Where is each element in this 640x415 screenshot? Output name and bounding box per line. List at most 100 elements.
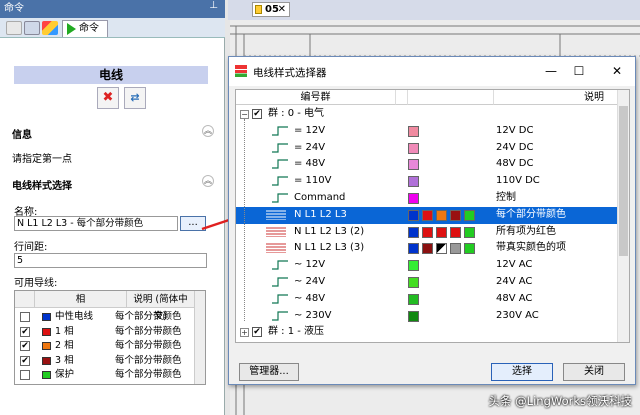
wire-symbol-icon [272,159,288,169]
prompt-text: 请指定第一点 [12,154,72,165]
wire-style-row[interactable]: ~ 230V 230V AC [236,308,619,325]
document-tab[interactable]: 05 ✕ [252,2,290,17]
color-cell [422,226,433,238]
name-field[interactable]: N L1 L2 L3 - 每个部分带颜色 [14,216,178,231]
wire-style-row[interactable]: = 24V 24V DC [236,140,619,157]
wire-phase-name: 保护 [55,369,75,380]
wire-style-row[interactable]: ~ 48V 48V AC [236,291,619,308]
tab-document-icon[interactable] [24,21,40,35]
wires-scrollbar[interactable] [194,291,205,384]
group-row[interactable]: + ✔ 群 : 1 - 液压 [236,324,619,341]
wire-style-description: 230V AC [496,309,539,321]
panel-tabstrip: 命令 [0,18,225,38]
wire-description: 每个部分带颜色 [115,325,182,337]
wire-style-tree: 编号群 说明 − ✔ 群 : 0 - 电气 = 12V 12V DC = 24V 24V D… [235,89,630,343]
wire-style-name: Command [294,192,346,203]
wire-color-swatch [42,327,51,336]
play-icon [67,23,76,35]
minimize-icon[interactable]: — [541,63,561,79]
wire-style-description: 48V DC [496,158,534,170]
wire-phase-name: 1 相 [55,325,74,337]
style-section-title: 电线样式选择 [12,181,72,192]
wire-row[interactable]: ✔ 2 相 每个部分带颜色 [15,339,195,353]
wire-color-swatch [42,313,51,321]
wire-style-name: ~ 48V [294,292,326,304]
spacing-field[interactable]: 5 [14,253,207,268]
wire-symbol-icon [272,142,288,153]
tab-layers-icon[interactable] [42,21,58,35]
color-cell [408,260,419,272]
manager-button[interactable]: 管理器... [239,363,299,381]
select-button[interactable]: 选择 [491,363,553,381]
drawing-icon [255,5,262,14]
color-cell [408,159,419,171]
dialog-title: 电线样式选择器 [253,67,327,79]
multi-wire-symbol-icon [266,210,286,220]
wire-color-swatch [42,371,51,379]
wire-style-name: ~ 24V [294,276,326,287]
wires-label: 可用导线: [14,278,58,289]
color-cell [408,176,419,188]
wire-symbol-icon [272,310,288,321]
wire-symbol-icon [272,294,288,304]
swap-icon[interactable]: ⇄ [124,87,146,109]
wire-row[interactable]: ✔ 1 相 每个部分带颜色 [15,325,195,339]
watermark: 头条 @LingWorks领沃科技 [488,394,632,408]
tab-properties-icon[interactable] [6,21,22,35]
color-cell [436,209,447,221]
wire-checkbox[interactable] [20,312,30,322]
wire-style-description: 110V DC [496,175,540,187]
cancel-icon[interactable]: ✖ [97,87,119,109]
wire-checkbox[interactable]: ✔ [20,326,30,337]
wire-style-row[interactable]: N L1 L2 L3 每个部分带颜色 [236,206,619,224]
wire-description: 每个部分带颜色 [115,354,182,366]
wire-style-description: 每个部分带颜色 [496,208,566,220]
close-icon[interactable]: ✕ [607,63,627,79]
wire-style-name: N L1 L2 L3 (2) [294,225,365,237]
wire-checkbox[interactable]: ✔ [20,341,30,351]
wire-style-name: = 24V [294,141,326,153]
wire-style-row[interactable]: N L1 L2 L3 (3) 带真实颜色的项 [236,240,619,257]
wire-style-row[interactable]: ~ 12V 12V AC [236,257,619,274]
pin-icon[interactable]: ⊥ [209,0,218,11]
wire-style-row[interactable]: ~ 24V 24V AC [236,274,619,291]
multi-wire-symbol-icon [266,227,286,237]
collapse-icon[interactable]: − [240,110,249,119]
scroll-thumb[interactable] [619,106,628,256]
wire-description: 每个部分带颜色 [115,369,182,380]
expand-icon[interactable]: + [240,328,249,338]
wire-style-row[interactable]: Command 控制 [236,190,619,207]
color-cell [408,209,419,221]
wire-style-row[interactable]: = 110V 110V DC [236,173,619,190]
wire-checkbox[interactable]: ✔ [20,355,30,366]
wire-style-description: 48V AC [496,292,533,304]
wire-symbol-icon [272,277,288,287]
group-checkbox[interactable]: ✔ [252,109,262,119]
maximize-icon[interactable]: ☐ [569,63,589,79]
wire-style-row[interactable]: = 48V 48V DC [236,156,619,173]
group-row[interactable]: − ✔ 群 : 0 - 电气 [236,106,619,123]
tree-scrollbar[interactable] [617,90,629,342]
wire-checkbox[interactable] [20,370,30,380]
group-label: 群 : 0 - 电气 [268,108,325,119]
wire-style-description: 24V AC [496,276,533,287]
color-cell [464,243,475,255]
collapse-style-icon[interactable]: ︽ [202,175,214,187]
info-section-title: 信息 [12,130,32,141]
wire-symbol-icon [272,126,288,136]
wire-symbol-icon [272,193,288,203]
color-cell [422,243,433,255]
group-checkbox[interactable]: ✔ [252,327,262,338]
wire-color-swatch [42,342,51,350]
wire-phase-name: 3 相 [55,354,74,366]
close-tab-icon[interactable]: ✕ [278,3,286,16]
wire-row[interactable]: ✔ 3 相 每个部分带颜色 [15,354,195,368]
wire-row[interactable]: 保护 每个部分带颜色 [15,368,195,382]
wire-style-row[interactable]: = 12V 12V DC [236,123,619,140]
tab-command[interactable]: 命令 [62,20,108,37]
wire-row[interactable]: 中性电线 每个部分带颜色 [15,310,195,324]
multi-wire-symbol-icon [266,243,286,254]
collapse-info-icon[interactable]: ︽ [202,125,214,137]
wire-style-row[interactable]: N L1 L2 L3 (2) 所有项为红色 [236,224,619,241]
close-button[interactable]: 关闭 [563,363,625,381]
